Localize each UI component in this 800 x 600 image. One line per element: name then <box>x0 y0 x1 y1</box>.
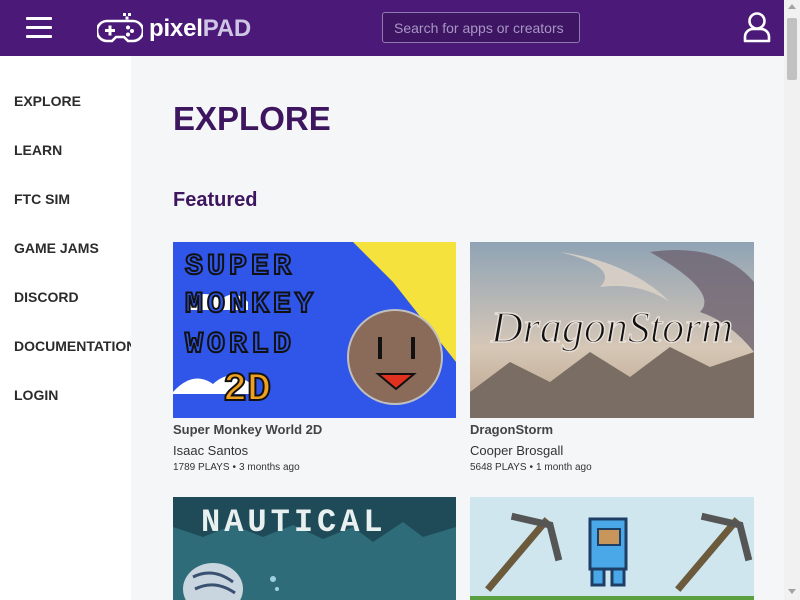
sidebar-item-documentation[interactable]: DOCUMENTATION <box>14 338 136 354</box>
logo-text-pad: PAD <box>202 15 251 42</box>
sidebar: EXPLORE LEARN FTC SIM GAME JAMS DISCORD … <box>0 56 136 600</box>
thumbnail-text-world: WORLD <box>185 328 295 362</box>
logo[interactable]: pixelPAD <box>97 12 251 46</box>
thumbnail-text-2d: 2D <box>223 368 271 413</box>
page-scrollbar[interactable] <box>784 0 800 600</box>
sidebar-item-game-jams[interactable]: GAME JAMS <box>14 240 99 256</box>
game-age: 1 month ago <box>536 462 592 473</box>
main-content: EXPLORE Featured SUPER MONKEY WORLD 2D S… <box>131 56 784 600</box>
play-count: 1789 PLAYS <box>173 462 230 473</box>
thumbnail-text-monkey: MONKEY <box>185 288 317 322</box>
scroll-up-arrow-icon[interactable] <box>788 4 796 9</box>
game-title[interactable]: DragonStorm <box>470 422 553 437</box>
game-card[interactable] <box>470 497 754 600</box>
search-input[interactable] <box>382 12 580 43</box>
play-count: 5648 PLAYS <box>470 462 527 473</box>
scroll-thumb[interactable] <box>787 18 797 80</box>
sidebar-item-discord[interactable]: DISCORD <box>14 289 79 305</box>
thumbnail-text-super: SUPER <box>185 250 295 284</box>
sidebar-item-learn[interactable]: LEARN <box>14 142 62 158</box>
sidebar-item-ftc-sim[interactable]: FTC SIM <box>14 191 70 207</box>
game-thumbnail[interactable]: DragonStorm <box>470 242 754 418</box>
page-title: EXPLORE <box>173 100 331 137</box>
top-bar: pixelPAD <box>0 0 784 56</box>
game-thumbnail[interactable]: SUPER MONKEY WORLD 2D <box>173 242 456 418</box>
sidebar-item-explore[interactable]: EXPLORE <box>14 93 81 109</box>
logo-text: pixelPAD <box>149 15 251 43</box>
game-card[interactable]: DragonStorm DragonStorm Cooper Brosgall … <box>470 242 754 482</box>
game-thumbnail[interactable]: NAUTICAL <box>173 497 456 600</box>
game-title[interactable]: Super Monkey World 2D <box>173 422 322 437</box>
game-age: 3 months ago <box>239 462 300 473</box>
game-meta: 5648 PLAYS • 1 month ago <box>470 462 592 473</box>
game-author[interactable]: Isaac Santos <box>173 443 248 458</box>
game-thumbnail[interactable] <box>470 497 754 600</box>
game-author[interactable]: Cooper Brosgall <box>470 443 563 458</box>
section-title-featured: Featured <box>173 189 258 211</box>
user-icon[interactable] <box>742 11 772 43</box>
thumbnail-text-nautical: NAUTICAL <box>201 504 387 541</box>
game-card[interactable]: NAUTICAL <box>173 497 456 600</box>
scroll-down-arrow-icon[interactable] <box>788 589 796 594</box>
sidebar-item-login[interactable]: LOGIN <box>14 387 58 403</box>
logo-text-pixel: pixel <box>149 15 203 42</box>
thumbnail-text-dragonstorm: DragonStorm <box>490 303 733 352</box>
hamburger-icon[interactable] <box>26 17 52 39</box>
game-card[interactable]: SUPER MONKEY WORLD 2D Super Monkey World… <box>173 242 456 482</box>
gamepad-icon <box>97 13 143 43</box>
game-meta: 1789 PLAYS • 3 months ago <box>173 462 300 473</box>
